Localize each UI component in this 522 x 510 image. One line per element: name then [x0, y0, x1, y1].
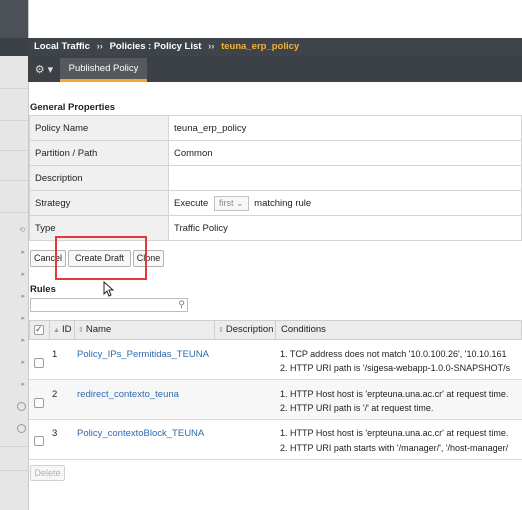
column-conditions-label: Conditions — [281, 324, 326, 335]
rule-id: 3 — [52, 428, 58, 439]
rules-title: Rules — [30, 284, 56, 295]
type-value: Traffic Policy — [168, 215, 522, 241]
column-description[interactable]: ⇕ Description — [215, 321, 276, 339]
breadcrumb-separator: ›› — [96, 41, 103, 52]
rule-condition-2: 2. HTTP URI path is '/sigesa-webapp-1.0.… — [280, 363, 511, 373]
checkmark-icon: ✓ — [35, 324, 43, 334]
column-name[interactable]: ⇕ Name — [75, 321, 215, 339]
nav-divider — [0, 180, 28, 181]
nav-arrow-icon[interactable]: ▸ — [21, 314, 25, 322]
nav-divider — [0, 120, 28, 121]
nav-arrow-icon[interactable]: ▸ — [21, 248, 25, 256]
nav-plus-icon[interactable] — [17, 402, 26, 411]
property-label: Partition / Path — [29, 140, 169, 166]
rule-id: 1 — [52, 349, 58, 360]
sort-icon: ⇕ — [78, 327, 84, 334]
general-properties-table: Policy Name teuna_erp_policy Partition /… — [29, 115, 522, 241]
strategy-select[interactable]: first ⌄ — [213, 195, 249, 211]
property-row: Policy Name teuna_erp_policy — [29, 115, 522, 141]
column-description-label: Description — [225, 324, 274, 335]
nav-arrow-icon[interactable]: ▸ — [21, 336, 25, 344]
partition-value: Common — [168, 140, 522, 166]
nav-arrow-icon[interactable]: ▸ — [21, 380, 25, 388]
rule-condition-2: 2. HTTP URI path starts with '/manager/'… — [280, 443, 509, 453]
rule-name-link[interactable]: Policy_contextoBlock_TEUNA — [77, 428, 204, 439]
nav-divider — [0, 470, 28, 471]
column-name-label: Name — [85, 324, 112, 335]
nav-plus-icon[interactable] — [17, 424, 26, 433]
property-label: Policy Name — [29, 115, 169, 141]
rules-search-input[interactable]: ⚲ — [30, 298, 188, 312]
red-highlight-box — [55, 236, 147, 280]
nav-divider — [0, 88, 28, 89]
strategy-select-value: first — [218, 197, 234, 208]
rule-condition-2: 2. HTTP URI path is '/' at request time. — [280, 403, 434, 413]
tab-published-policy[interactable]: Published Policy — [60, 58, 147, 82]
chevron-down-icon: ⌄ — [235, 197, 244, 208]
strategy-prefix: Execute — [174, 197, 209, 209]
breadcrumb-current-policy: teuna_erp_policy — [221, 41, 300, 52]
breadcrumb-policy-list[interactable]: Policies : Policy List — [110, 41, 202, 52]
property-label: Strategy — [29, 190, 169, 216]
table-row: 3 Policy_contextoBlock_TEUNA 1. HTTP Hos… — [29, 420, 522, 460]
property-row: Partition / Path Common — [29, 140, 522, 166]
rule-condition-1: 1. HTTP Host host is 'erpteuna.una.ac.cr… — [280, 428, 509, 438]
strategy-suffix: matching rule — [254, 197, 312, 209]
row-checkbox[interactable] — [34, 436, 44, 446]
mouse-cursor-icon — [103, 281, 114, 297]
description-value — [168, 165, 522, 191]
rule-condition-1: 1. HTTP Host host is 'erpteuna.una.ac.cr… — [280, 389, 509, 399]
nav-arrow-icon[interactable]: ▸ — [21, 270, 25, 278]
breadcrumb-local-traffic[interactable]: Local Traffic — [34, 41, 90, 52]
left-navigation-panel: ⟲ ▸ ▸ ▸ ▸ ▸ ▸ ▸ — [0, 0, 29, 510]
nav-divider — [0, 446, 28, 447]
gear-menu-button[interactable]: ⚙ ▾ — [30, 60, 58, 80]
rule-name-link[interactable]: redirect_contexto_teuna — [77, 389, 179, 400]
nav-dark-block — [0, 38, 28, 56]
nav-divider — [0, 212, 28, 213]
nav-divider — [0, 150, 28, 151]
strategy-value: Execute first ⌄ matching rule — [168, 190, 522, 216]
column-id[interactable]: ▲ ID — [50, 321, 75, 339]
rule-condition-1: 1. TCP address does not match '10.0.100.… — [280, 349, 507, 359]
breadcrumb-separator: ›› — [208, 41, 215, 52]
column-conditions: Conditions — [276, 321, 522, 339]
select-all-cell: ✓ — [30, 321, 50, 339]
property-row: Description — [29, 165, 522, 191]
breadcrumb: Local Traffic ›› Policies : Policy List … — [28, 38, 522, 56]
sort-icon: ⇕ — [218, 327, 224, 334]
rule-name-link[interactable]: Policy_IPs_Permitidas_TEUNA — [77, 349, 209, 360]
table-row: 1 Policy_IPs_Permitidas_TEUNA 1. TCP add… — [29, 340, 522, 380]
policy-name-value: teuna_erp_policy — [168, 115, 522, 141]
rules-table-header: ✓ ▲ ID ⇕ Name ⇕ Description Conditions — [29, 320, 522, 340]
row-checkbox[interactable] — [34, 358, 44, 368]
row-checkbox[interactable] — [34, 398, 44, 408]
nav-arrow-icon[interactable]: ▸ — [21, 292, 25, 300]
table-row: 2 redirect_contexto_teuna 1. HTTP Host h… — [29, 380, 522, 420]
nav-arrow-icon[interactable]: ▸ — [21, 358, 25, 366]
property-label: Description — [29, 165, 169, 191]
search-icon[interactable]: ⚲ — [178, 299, 185, 310]
nav-expand-icon[interactable]: ⟲ — [19, 226, 25, 234]
column-id-label: ID — [61, 324, 72, 335]
general-properties-title: General Properties — [30, 102, 116, 113]
nav-header-block — [0, 0, 28, 38]
property-row: Strategy Execute first ⌄ matching rule — [29, 190, 522, 216]
rule-id: 2 — [52, 389, 58, 400]
sort-asc-icon: ▲ — [53, 327, 60, 334]
delete-button[interactable]: Delete — [30, 465, 65, 481]
